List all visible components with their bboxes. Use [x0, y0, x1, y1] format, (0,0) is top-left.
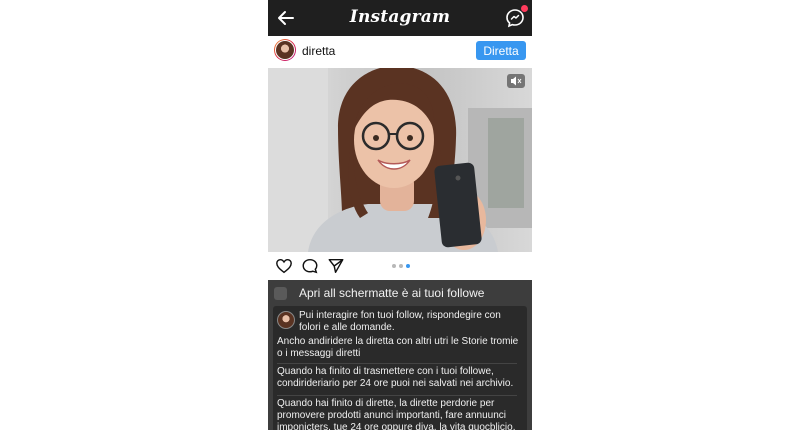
- info-paragraph: Quando ha finito di trasmettere con i tu…: [277, 366, 514, 389]
- send-icon[interactable]: [327, 257, 345, 275]
- info-card: Pui interagire fon tuoi follow, risponde…: [273, 306, 527, 430]
- carousel-dot-active: [406, 264, 410, 268]
- heart-icon[interactable]: [275, 257, 293, 275]
- info-panel: Apri all schermatte è ai tuoi followe Pu…: [268, 280, 532, 430]
- carousel-dot: [392, 264, 396, 268]
- mute-icon[interactable]: [507, 74, 525, 88]
- post-actions: [268, 253, 532, 279]
- username[interactable]: diretta: [302, 44, 335, 58]
- info-paragraph: Pui interagire fon tuoi follow, risponde…: [299, 310, 501, 333]
- panel-title: Apri all schermatte è ai tuoi followe: [299, 286, 485, 300]
- phone-screen: Instagram diretta Diretta Apri all scher…: [268, 0, 532, 430]
- notification-badge: [521, 5, 528, 12]
- top-bar: Instagram: [268, 0, 532, 36]
- carousel-indicator: [392, 264, 410, 268]
- diretta-button[interactable]: Diretta: [476, 41, 526, 60]
- post-photo[interactable]: [268, 68, 532, 252]
- carousel-dot: [399, 264, 403, 268]
- divider: [277, 395, 517, 396]
- post-header: diretta Diretta: [268, 36, 532, 66]
- avatar: [277, 311, 295, 329]
- info-paragraph: Quando hai finito di dirette, la dirette…: [277, 398, 516, 430]
- divider: [277, 363, 517, 364]
- panel-title-row[interactable]: Apri all schermatte è ai tuoi followe: [274, 284, 484, 302]
- comment-icon[interactable]: [301, 257, 319, 275]
- avatar[interactable]: [274, 39, 296, 61]
- checkbox[interactable]: [274, 286, 287, 300]
- app-logo: Instagram: [349, 7, 451, 27]
- woman-selfie-image: [268, 68, 532, 252]
- info-paragraph: Ancho andiridere la diretta con altri ut…: [277, 336, 519, 359]
